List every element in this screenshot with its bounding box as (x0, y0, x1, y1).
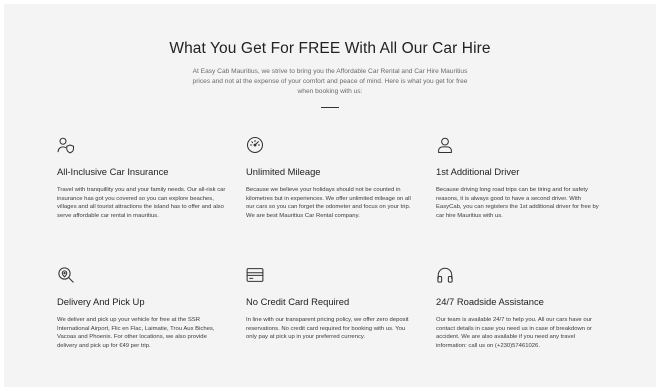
feature-title: 24/7 Roadside Assistance (436, 296, 544, 307)
free-benefits-section: What You Get For FREE With All Our Car H… (4, 4, 656, 387)
feature-title: Delivery And Pick Up (57, 296, 145, 307)
feature-description: In line with our transparent pricing pol… (246, 317, 409, 341)
features-grid: All-Inclusive Car Insurance Travel with … (4, 4, 656, 387)
feature-roadside-assistance: 24/7 Roadside Assistance Our team is ava… (436, 266, 606, 350)
feature-title: 1st Additional Driver (436, 166, 520, 177)
feature-title: All-Inclusive Car Insurance (57, 166, 169, 177)
shield-user-icon (57, 137, 75, 154)
user-icon (438, 137, 452, 154)
speedometer-icon (246, 136, 264, 154)
feature-insurance: All-Inclusive Car Insurance Travel with … (57, 136, 227, 220)
location-search-icon (58, 267, 74, 283)
feature-title: Unlimited Mileage (246, 166, 321, 177)
feature-description: We deliver and pick up your vehicle for … (57, 317, 215, 349)
headphones-icon (437, 267, 453, 283)
feature-description: Our team is available 24/7 to help you. … (436, 317, 592, 349)
feature-mileage: Unlimited Mileage Because we believe you… (246, 136, 416, 220)
feature-description: Because driving long road trips can be t… (436, 187, 599, 219)
feature-no-credit-card: No Credit Card Required In line with our… (246, 266, 416, 342)
feature-description: Because we believe your holidays should … (246, 187, 411, 219)
feature-delivery: Delivery And Pick Up We deliver and pick… (57, 266, 227, 350)
feature-additional-driver: 1st Additional Driver Because driving lo… (436, 136, 606, 220)
feature-description: Travel with tranquillity you and your fa… (57, 187, 226, 219)
credit-card-icon (246, 268, 264, 282)
feature-title: No Credit Card Required (246, 296, 350, 307)
